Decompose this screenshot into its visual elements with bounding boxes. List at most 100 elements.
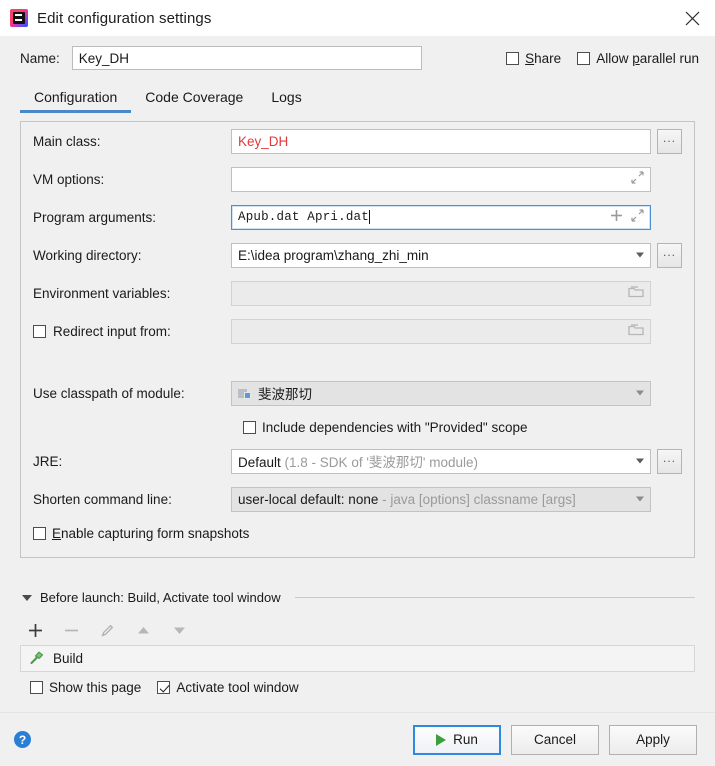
chevron-down-icon[interactable] <box>636 252 644 258</box>
hammer-icon <box>29 649 45 668</box>
program-arguments-row: Program arguments: Apub.dat Apri.dat <box>21 198 694 236</box>
header-checkboxes: Share Allow parallel run <box>506 51 699 66</box>
chevron-down-icon[interactable] <box>636 458 644 464</box>
vm-options-row: VM options: <box>21 160 694 198</box>
include-provided-label: Include dependencies with "Provided" sco… <box>262 419 528 435</box>
jre-value: Default <box>238 455 281 470</box>
before-launch-divider <box>294 597 695 598</box>
redirect-input-checkbox[interactable]: Redirect input from: <box>33 324 231 339</box>
help-icon[interactable]: ? <box>14 731 31 748</box>
activate-tool-window-checkbox[interactable]: Activate tool window <box>157 680 299 695</box>
edit-pencil-icon[interactable] <box>98 621 116 639</box>
run-button[interactable]: Run <box>413 724 501 755</box>
add-icon[interactable] <box>26 621 44 639</box>
before-launch-toolbar <box>26 618 188 642</box>
dialog-buttons: Run Cancel Apply <box>413 724 697 755</box>
allow-parallel-run-checkbox-box <box>577 51 591 65</box>
use-classpath-combo[interactable]: 斐波那切 <box>231 380 651 406</box>
program-arguments-input[interactable]: Apub.dat Apri.dat <box>231 204 651 230</box>
main-class-label: Main class: <box>33 133 101 149</box>
tab-logs[interactable]: Logs <box>257 87 315 113</box>
shorten-command-line-value-wrap: user-local default: none - java [options… <box>238 492 576 507</box>
folder-icon[interactable] <box>628 285 644 301</box>
program-arguments-value: Apub.dat Apri.dat <box>238 210 369 224</box>
shorten-command-line-label: Shorten command line: <box>33 491 172 507</box>
use-classpath-row: Use classpath of module: 斐波那切 <box>21 374 694 412</box>
share-checkbox-label: Share <box>525 50 562 66</box>
name-label: Name: <box>20 50 60 66</box>
remove-icon[interactable] <box>62 621 80 639</box>
use-classpath-icons <box>636 390 644 396</box>
vm-options-label: VM options: <box>33 171 105 187</box>
name-input[interactable] <box>71 46 422 70</box>
show-this-page-label: Show this page <box>49 680 142 695</box>
environment-variables-row: Environment variables: <box>21 274 694 312</box>
shorten-command-line-value: user-local default: none <box>238 491 379 507</box>
panel-spacer <box>21 350 694 374</box>
cancel-button[interactable]: Cancel <box>511 724 599 755</box>
apply-button[interactable]: Apply <box>609 724 697 755</box>
jre-icons <box>636 458 644 464</box>
tab-configuration[interactable]: Configuration <box>20 87 132 113</box>
jre-label: JRE: <box>33 453 63 469</box>
enable-form-snapshots-checkbox[interactable]: Enable capturing form snapshots <box>33 526 249 541</box>
main-class-row: Main class: Key_DH ... <box>21 122 694 160</box>
working-directory-combo[interactable]: E:\idea program\zhang_zhi_min <box>231 242 651 268</box>
tab-bar: Configuration Code Coverage Logs <box>0 80 715 113</box>
program-arguments-label: Program arguments: <box>33 209 157 225</box>
main-class-value: Key_DH <box>238 133 289 149</box>
window-title: Edit configuration settings <box>37 9 212 27</box>
include-provided-checkbox[interactable]: Include dependencies with "Provided" sco… <box>243 420 528 435</box>
allow-parallel-run-checkbox-label: Allow parallel run <box>596 50 699 66</box>
activate-tool-window-checkbox-box <box>157 681 171 694</box>
program-arguments-icons <box>610 209 644 225</box>
enable-form-snapshots-label: Enable capturing form snapshots <box>52 525 250 541</box>
redirect-input-icons <box>628 323 644 339</box>
dialog-button-bar: ? Run Cancel Apply <box>0 712 715 766</box>
shorten-command-line-hint: - java [options] classname [args] <box>382 491 576 507</box>
shorten-command-line-combo[interactable]: user-local default: none - java [options… <box>231 486 651 512</box>
run-button-label: Run <box>453 732 478 747</box>
jre-value-wrap: Default (1.8 - SDK of '斐波那切' module) <box>238 451 478 471</box>
working-directory-value: E:\idea program\zhang_zhi_min <box>238 247 429 263</box>
before-launch-list: Build <box>20 645 695 672</box>
chevron-down-icon[interactable] <box>636 390 644 396</box>
before-launch-title: Before launch: Build, Activate tool wind… <box>40 590 281 605</box>
main-class-input[interactable]: Key_DH <box>231 128 651 154</box>
main-class-browse-button[interactable]: ... <box>657 128 682 154</box>
tab-code-coverage[interactable]: Code Coverage <box>131 87 257 113</box>
move-down-icon[interactable] <box>170 621 188 639</box>
share-checkbox-box <box>506 51 520 65</box>
working-directory-icons <box>636 252 644 258</box>
title-bar: Edit configuration settings <box>0 0 715 36</box>
folder-icon[interactable] <box>628 323 644 339</box>
share-checkbox[interactable]: Share <box>506 51 561 66</box>
triangle-down-icon[interactable] <box>22 594 32 601</box>
jre-row: JRE: Default (1.8 - SDK of '斐波那切' module… <box>21 442 694 480</box>
plus-icon[interactable] <box>610 209 623 225</box>
include-provided-row: Include dependencies with "Provided" sco… <box>21 412 694 442</box>
redirect-input-checkbox-box <box>33 324 46 338</box>
expand-icon[interactable] <box>631 209 644 225</box>
redirect-input-field[interactable] <box>231 318 651 344</box>
use-classpath-label: Use classpath of module: <box>33 385 185 401</box>
shorten-command-line-row: Shorten command line: user-local default… <box>21 480 694 518</box>
move-up-icon[interactable] <box>134 621 152 639</box>
environment-variables-label: Environment variables: <box>33 285 171 301</box>
allow-parallel-run-checkbox[interactable]: Allow parallel run <box>577 51 699 66</box>
show-this-page-checkbox[interactable]: Show this page <box>30 680 141 695</box>
play-icon <box>436 733 447 746</box>
working-directory-browse-button[interactable]: ... <box>657 242 682 268</box>
jre-browse-button[interactable]: ... <box>657 448 682 474</box>
list-item[interactable]: Build <box>53 651 83 666</box>
close-icon[interactable] <box>669 0 715 36</box>
chevron-down-icon[interactable] <box>636 496 644 502</box>
vm-options-input[interactable] <box>231 166 651 192</box>
before-launch-options: Show this page Activate tool window <box>30 680 299 695</box>
text-caret <box>368 210 370 224</box>
before-launch-header: Before launch: Build, Activate tool wind… <box>22 590 695 605</box>
working-directory-label: Working directory: <box>33 247 142 263</box>
environment-variables-input[interactable] <box>231 280 651 306</box>
jre-combo[interactable]: Default (1.8 - SDK of '斐波那切' module) <box>231 448 651 474</box>
expand-icon[interactable] <box>631 171 644 187</box>
